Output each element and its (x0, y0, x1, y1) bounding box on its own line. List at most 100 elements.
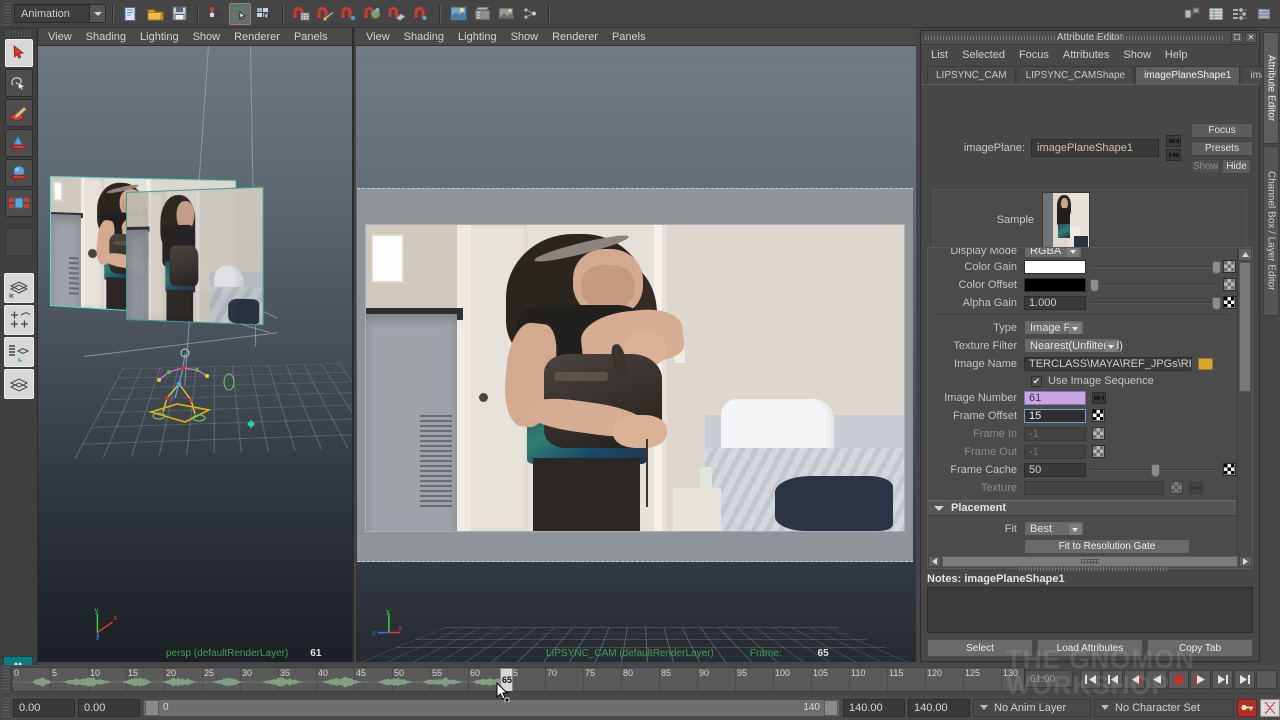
select-by-component-icon[interactable] (253, 3, 275, 25)
vtab-attribute-editor[interactable]: Attribute Editor (1263, 32, 1279, 144)
fit-to-resolution-gate-button[interactable]: Fit to Resolution Gate (1024, 539, 1190, 554)
scroll-left-icon[interactable] (928, 556, 941, 567)
viewport-persp-canvas[interactable]: y x z persp (defaultRenderLayer) 61 (38, 46, 352, 662)
viewport-cam-canvas[interactable]: y x z LIPSYNC_CAM (defaultRenderLayer) F… (356, 46, 916, 662)
tab-lipsync-cam[interactable]: LIPSYNC_CAM (927, 66, 1016, 84)
render-current-frame-icon[interactable] (447, 3, 469, 25)
notes-textarea[interactable] (927, 587, 1253, 633)
play-forwards-icon[interactable] (1190, 670, 1211, 689)
lasso-tool-button[interactable] (5, 69, 33, 97)
range-slider[interactable]: 0 140 (143, 699, 840, 717)
toolbox-grip[interactable] (6, 30, 31, 37)
folder-icon[interactable] (1198, 358, 1213, 370)
select-by-hierarchy-icon[interactable] (205, 3, 227, 25)
alpha-gain-field[interactable]: 1.000 (1024, 296, 1086, 310)
attribute-editor-icon[interactable] (1229, 3, 1251, 25)
menu-set-selector[interactable]: Animation (14, 4, 106, 23)
file-open-icon[interactable] (144, 3, 166, 25)
snap-to-view-plane-icon[interactable] (386, 3, 408, 25)
animation-preferences-icon[interactable] (1260, 699, 1280, 717)
viewport-menu-view[interactable]: View (366, 31, 390, 43)
image-number-connect-icon[interactable] (1092, 392, 1106, 404)
range-right-handle[interactable] (824, 700, 838, 716)
file-new-icon[interactable] (120, 3, 142, 25)
range-bar-grip[interactable] (3, 698, 10, 718)
auto-keyframe-icon[interactable] (1237, 699, 1257, 717)
tab-lipsync-camshape[interactable]: LIPSYNC_CAMShape (1017, 66, 1135, 84)
step-forward-keyframe-icon[interactable] (1234, 670, 1255, 689)
attribute-list-vertical-scrollbar[interactable] (1237, 248, 1252, 568)
frame-offset-field[interactable]: 15 (1024, 409, 1086, 423)
fit-combo[interactable]: Best (1024, 521, 1084, 536)
frame-cache-slider[interactable] (1090, 463, 1217, 477)
viewport-menu-lighting[interactable]: Lighting (140, 31, 179, 43)
go-to-start-icon[interactable] (1080, 670, 1101, 689)
scroll-right-icon[interactable] (1239, 556, 1252, 567)
color-offset-slider[interactable] (1090, 278, 1217, 292)
tab-imageplaneshape1[interactable]: imagePlaneShape1 (1135, 66, 1240, 84)
status-line-grip[interactable] (4, 3, 11, 25)
image-number-field[interactable]: 61 (1024, 391, 1086, 405)
viewport-menu-renderer[interactable]: Renderer (552, 31, 598, 43)
viewport-menu-show[interactable]: Show (193, 31, 221, 43)
sample-thumbnail[interactable] (1042, 192, 1090, 248)
move-tool-button[interactable] (5, 129, 33, 157)
time-slider-grip[interactable] (2, 667, 9, 691)
ae-menu-attributes[interactable]: Attributes (1063, 49, 1109, 61)
color-gain-connect-icon[interactable] (1223, 260, 1236, 273)
stop-icon[interactable] (1168, 670, 1189, 689)
color-gain-swatch[interactable] (1024, 260, 1086, 274)
hypershade-icon[interactable] (519, 3, 541, 25)
current-frame-field[interactable]: 61.00 (1025, 670, 1073, 688)
show-button[interactable]: Show (1191, 159, 1220, 174)
outliner-persp-layout-button[interactable] (4, 337, 34, 367)
frame-in-connect-icon[interactable] (1092, 427, 1105, 440)
select-tool-button[interactable] (5, 39, 33, 67)
alpha-gain-connect-icon[interactable] (1223, 296, 1236, 309)
step-back-keyframe-icon[interactable] (1102, 670, 1123, 689)
select-button[interactable]: Select (927, 639, 1033, 657)
ae-menu-help[interactable]: Help (1165, 49, 1188, 61)
last-tool-button[interactable] (5, 228, 33, 256)
snap-to-curve-icon[interactable] (314, 3, 336, 25)
step-back-frame-icon[interactable] (1124, 670, 1145, 689)
chevron-down-icon[interactable] (89, 5, 105, 22)
snap-to-grid-icon[interactable] (290, 3, 312, 25)
four-view-layout-button[interactable] (4, 305, 34, 335)
chevron-down-icon[interactable] (1069, 323, 1081, 334)
tool-settings-icon[interactable] (1253, 3, 1275, 25)
viewport-menu-shading[interactable]: Shading (86, 31, 126, 43)
texture-connect-icon[interactable] (1170, 481, 1183, 494)
play-backwards-icon[interactable] (1146, 670, 1167, 689)
previous-node-icon[interactable] (1166, 135, 1181, 147)
range-left-handle[interactable] (145, 700, 159, 716)
display-mode-combo[interactable]: RGBA (1024, 247, 1082, 257)
ipr-render-icon[interactable] (471, 3, 493, 25)
placement-section-header[interactable]: Placement (928, 500, 1236, 516)
ae-menu-focus[interactable]: Focus (1019, 49, 1049, 61)
step-forward-frame-icon[interactable] (1212, 670, 1233, 689)
viewport-menu-panels[interactable]: Panels (294, 31, 328, 43)
frame-cache-field[interactable]: 50 (1024, 463, 1086, 477)
channel-box-icon[interactable] (1205, 3, 1227, 25)
show-hide-editor-icon[interactable] (1181, 3, 1203, 25)
ae-menu-list[interactable]: List (931, 49, 948, 61)
range-start-field[interactable]: 0.00 (13, 699, 75, 717)
vtab-channel-box-layer-editor[interactable]: Channel Box / Layer Editor (1263, 146, 1279, 316)
node-name-field[interactable]: imagePlaneShape1 (1031, 139, 1159, 157)
viewport-lipsync-cam[interactable]: View Shading Lighting Show Renderer Pane… (356, 28, 916, 662)
viewport-menu-view[interactable]: View (48, 31, 72, 43)
chevron-down-icon[interactable] (1105, 341, 1117, 352)
render-settings-icon[interactable] (495, 3, 517, 25)
viewport-menu-shading[interactable]: Shading (404, 31, 444, 43)
single-perspective-layout-button[interactable] (4, 273, 34, 303)
hypergraph-layout-button[interactable] (4, 369, 34, 399)
viewport-menu-lighting[interactable]: Lighting (458, 31, 497, 43)
anim-layer-dropdown[interactable]: No Anim Layer (973, 699, 1091, 717)
maximize-icon[interactable]: ☐ (1231, 32, 1243, 43)
paint-select-tool-button[interactable] (5, 99, 33, 127)
go-to-end-icon[interactable] (1256, 670, 1277, 689)
viewport-menu-renderer[interactable]: Renderer (234, 31, 280, 43)
image-name-field[interactable]: TERCLASS\MAYA\REF_JPGs\REF_001.jpg (1024, 357, 1192, 371)
texture-goto-icon[interactable] (1189, 482, 1203, 494)
